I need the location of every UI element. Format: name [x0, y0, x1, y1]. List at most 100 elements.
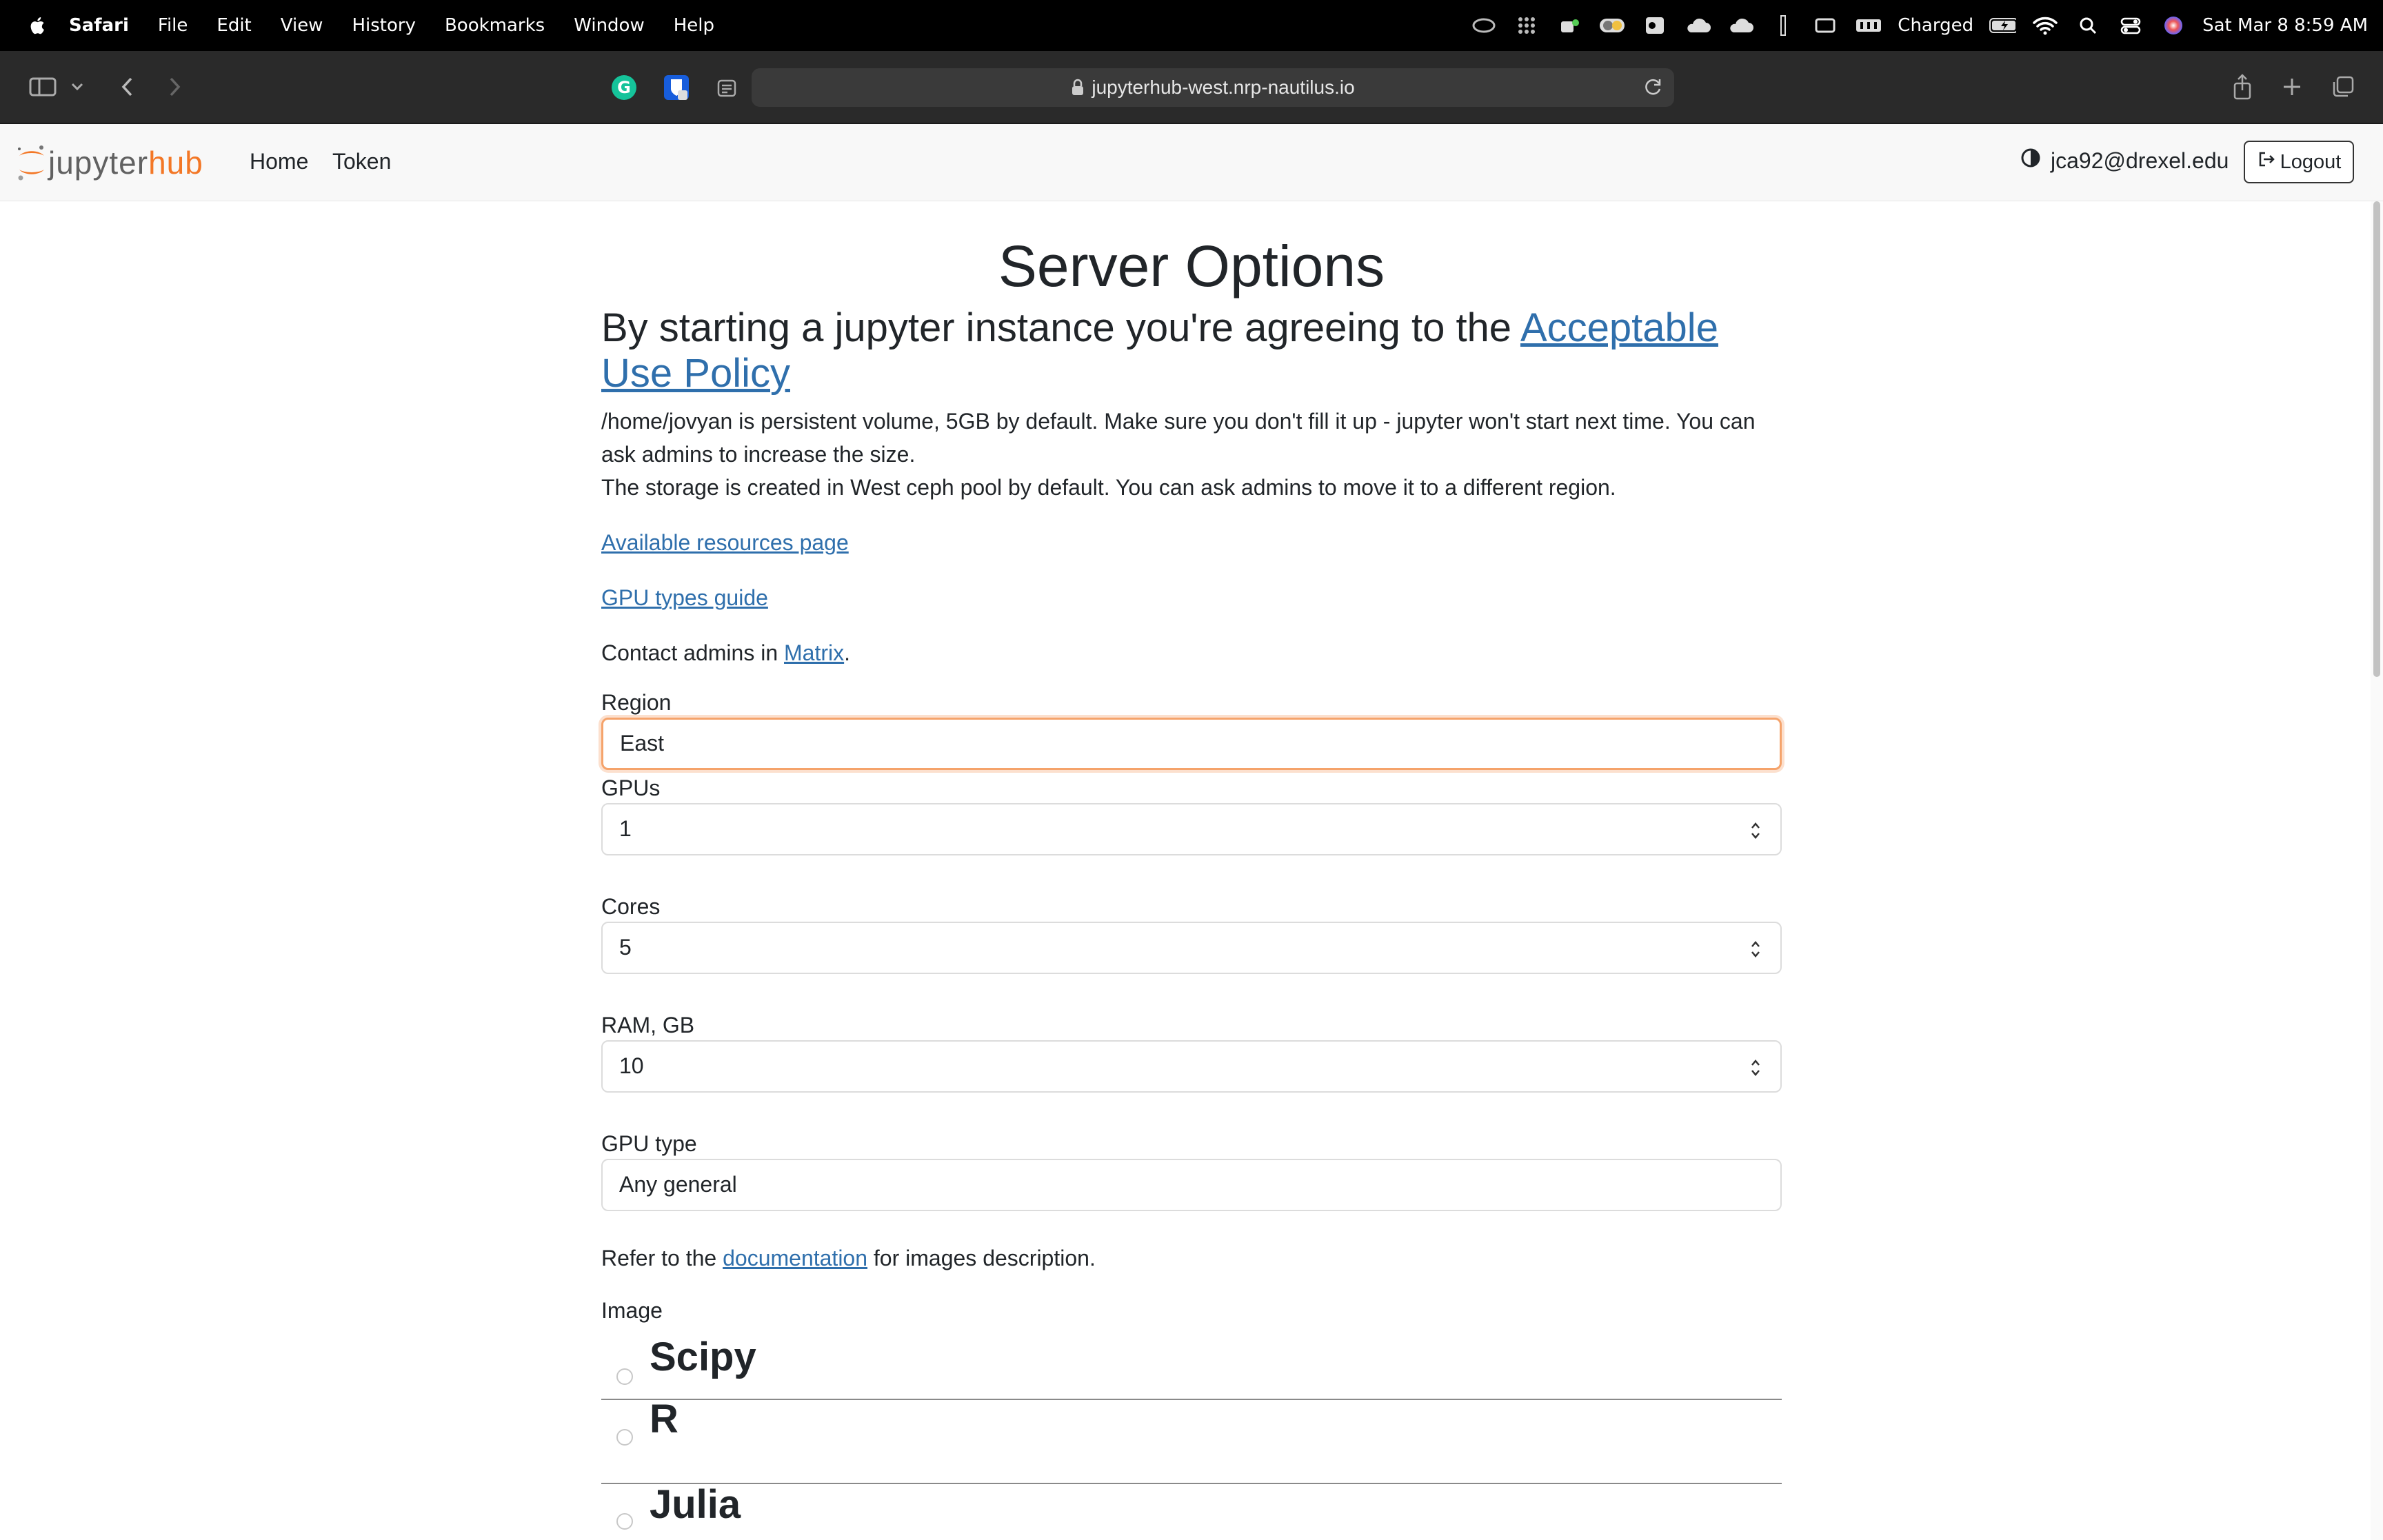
ram-value: 10 [619, 1053, 644, 1079]
agreement-text: By starting a jupyter instance you're ag… [601, 305, 1520, 350]
toggle-app-icon[interactable] [1598, 14, 1626, 37]
cores-label: Cores [601, 893, 661, 919]
url-text[interactable]: jupyterhub-west.nrp-nautilus.io [1092, 77, 1354, 99]
cores-stepper-icon[interactable] [1750, 938, 1761, 960]
battery-status-text: Charged [1898, 15, 1974, 36]
menu-bar-status-area: Charged Sat Mar 8 8:59 AM [1470, 0, 2368, 51]
logout-label: Logout [2280, 150, 2342, 173]
menu-window[interactable]: Window [574, 15, 645, 36]
refer-text: Refer to the [601, 1245, 723, 1270]
contact-period: . [844, 640, 851, 665]
cores-value: 5 [619, 935, 632, 960]
chevron-down-icon[interactable] [69, 76, 86, 98]
menu-help[interactable]: Help [674, 15, 714, 36]
spotlight-search-icon[interactable] [2074, 14, 2102, 37]
image-option-scipy[interactable]: Scipy [601, 1324, 1782, 1400]
coffee-app-icon[interactable] [1556, 14, 1583, 37]
cores-input[interactable]: 5 [601, 921, 1782, 974]
creative-cloud-icon[interactable] [1470, 14, 1498, 37]
scrollbar-thumb[interactable] [2373, 201, 2380, 677]
page-scrollbar[interactable] [2371, 201, 2383, 1540]
nav-token-link[interactable]: Token [332, 149, 391, 174]
browser-toolbar: G jupyterhub-west.nrp-nautilus.io [0, 51, 2383, 124]
apple-logo-icon[interactable] [28, 15, 46, 36]
gpus-input[interactable]: 1 [601, 802, 1782, 855]
tab-overview-icon[interactable] [2329, 73, 2357, 101]
outlook-icon[interactable] [1641, 14, 1669, 37]
share-icon[interactable] [2229, 72, 2256, 103]
battery-charging-icon[interactable] [1989, 14, 2017, 37]
matrix-link[interactable]: Matrix [784, 640, 844, 665]
resources-paragraph: Available resources page [601, 526, 1782, 559]
back-button[interactable] [114, 73, 139, 101]
ram-stepper-icon[interactable] [1750, 1057, 1761, 1079]
grid-dots-icon[interactable] [1513, 14, 1540, 37]
forward-button[interactable] [163, 73, 188, 101]
siri-icon[interactable] [2160, 14, 2187, 37]
gpus-label: GPUs [601, 775, 661, 800]
image-radio-r[interactable] [616, 1428, 633, 1446]
menu-app-safari[interactable]: Safari [69, 15, 129, 36]
menu-view[interactable]: View [281, 15, 323, 36]
lock-icon [1071, 79, 1085, 97]
nav-home-link[interactable]: Home [250, 149, 308, 174]
ram-input[interactable]: 10 [601, 1040, 1782, 1093]
svg-text:G: G [617, 78, 631, 97]
control-center-icon[interactable] [2117, 14, 2144, 37]
gpu-type-select[interactable]: Any general [601, 1158, 1782, 1211]
reader-mode-icon[interactable] [714, 76, 739, 101]
theme-toggle-icon[interactable] [2020, 148, 2041, 174]
image-option-julia[interactable]: Julia [601, 1481, 1782, 1540]
menu-bookmarks[interactable]: Bookmarks [445, 15, 545, 36]
agreement-heading: By starting a jupyter instance you're ag… [601, 305, 1782, 396]
region-value: East [620, 731, 665, 756]
storage-info-1: /home/jovyan is persistent volume, 5GB b… [601, 408, 1756, 467]
battery-stats-icon[interactable] [1769, 14, 1797, 37]
gpu-types-guide-link[interactable]: GPU types guide [601, 585, 768, 610]
image-option-r[interactable]: R [601, 1397, 1782, 1484]
clock[interactable]: Sat Mar 8 8:59 AM [2202, 15, 2368, 36]
logo-text-hub: hub [148, 145, 203, 181]
logout-icon [2257, 150, 2276, 174]
window-icon[interactable] [1812, 14, 1840, 37]
gpu-type-value: Any general [619, 1172, 737, 1197]
storage-info-2: The storage is created in West ceph pool… [601, 474, 1616, 500]
wifi-icon[interactable] [2031, 14, 2059, 37]
jupyterhub-navbar: jupyter hub Home Token jca92@drexel.edu … [0, 124, 2383, 201]
region-select[interactable]: East [601, 717, 1782, 770]
bitwarden-extension-icon[interactable] [662, 73, 691, 102]
documentation-link[interactable]: documentation [723, 1246, 867, 1270]
logout-button[interactable]: Logout [2244, 141, 2354, 183]
user-email: jca92@drexel.edu [2051, 148, 2229, 173]
icloud-icon[interactable] [1727, 14, 1754, 37]
server-options-form: Server Options By starting a jupyter ins… [601, 201, 1782, 1540]
grammarly-extension-icon[interactable]: G [610, 73, 639, 102]
sidebar-toggle-icon[interactable] [28, 72, 58, 102]
refer-paragraph: Refer to the documentation for images de… [601, 1242, 1782, 1275]
cloud-icon[interactable] [1684, 14, 1711, 37]
reload-icon[interactable] [1642, 77, 1663, 102]
user-menu[interactable]: jca92@drexel.edu [2020, 148, 2229, 174]
menu-history[interactable]: History [352, 15, 416, 36]
available-resources-link[interactable]: Available resources page [601, 530, 849, 555]
macos-menu-bar: Safari File Edit View History Bookmarks … [0, 0, 2383, 51]
jupyterhub-logo[interactable]: jupyter hub [15, 142, 203, 183]
gpu-type-label: GPU type [601, 1131, 697, 1156]
image-label: Image [601, 1297, 663, 1323]
image-name-julia: Julia [650, 1481, 741, 1527]
storage-icon[interactable] [1855, 14, 1882, 37]
image-name-r: R [650, 1396, 678, 1441]
menu-edit[interactable]: Edit [217, 15, 251, 36]
gpus-value: 1 [619, 816, 632, 842]
menu-file[interactable]: File [158, 15, 188, 36]
image-radio-scipy[interactable] [616, 1368, 633, 1385]
contact-paragraph: Contact admins in Matrix. [601, 636, 1782, 669]
new-tab-icon[interactable] [2278, 73, 2306, 101]
gpu-guide-paragraph: GPU types guide [601, 581, 1782, 614]
page-title: Server Options [998, 234, 1385, 298]
jupyter-logo-icon [18, 145, 44, 181]
gpus-stepper-icon[interactable] [1750, 820, 1761, 842]
image-radio-julia[interactable] [616, 1512, 633, 1530]
logo-text-jupyter: jupyter [48, 145, 149, 181]
address-bar[interactable]: jupyterhub-west.nrp-nautilus.io [752, 68, 1674, 107]
